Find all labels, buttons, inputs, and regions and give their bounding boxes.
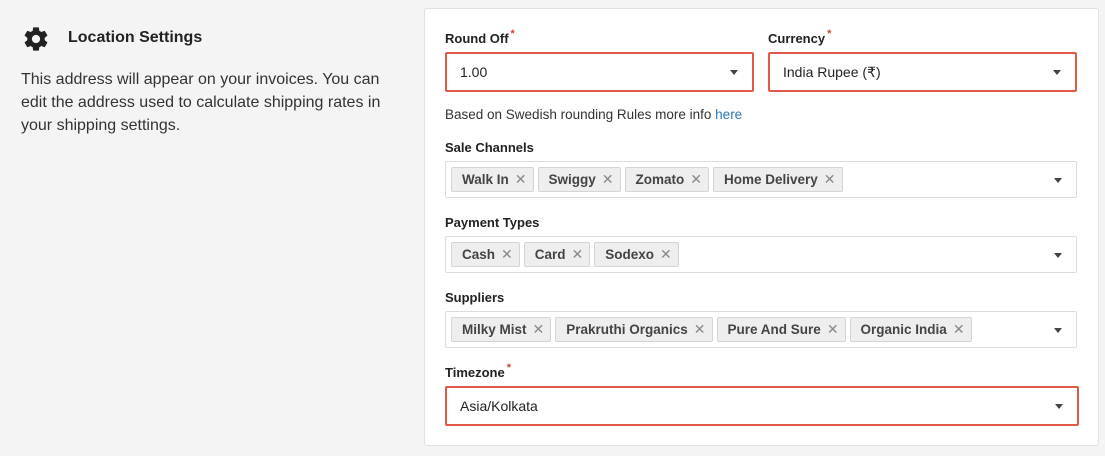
settings-card: Round Off * 1.00 Currency * India Rupee (₹… <box>424 8 1099 446</box>
caret-down-icon <box>1054 252 1062 258</box>
caret-down-icon <box>730 70 738 75</box>
remove-chip-icon[interactable]: ✕ <box>690 171 702 188</box>
chip-label: Cash <box>462 247 496 262</box>
required-marker: * <box>506 362 511 374</box>
currency-select[interactable]: India Rupee (₹) <box>768 52 1077 92</box>
sale-channels-label: Sale Channels <box>445 140 534 155</box>
caret-down-icon <box>1053 70 1061 75</box>
suppliers-select[interactable]: Milky Mist ✕ Prakruthi Organics ✕ Pure And… <box>445 311 1077 348</box>
chip-swiggy: Swiggy ✕ <box>537 167 621 192</box>
section-description: This address will appear on your invoice… <box>21 71 381 134</box>
remove-chip-icon[interactable]: ✕ <box>602 171 614 188</box>
rounding-info-link[interactable]: here <box>715 107 742 122</box>
currency-value: India Rupee (₹) <box>783 63 881 80</box>
chip-pure-and-sure: Pure And Sure ✕ <box>716 317 846 342</box>
chip-card: Card ✕ <box>523 242 591 267</box>
payment-types-label: Payment Types <box>445 215 540 230</box>
remove-chip-icon[interactable]: ✕ <box>572 246 584 263</box>
remove-chip-icon[interactable]: ✕ <box>824 171 836 188</box>
round-off-label-text: Round Off <box>445 31 509 46</box>
timezone-select[interactable]: Asia/Kolkata <box>445 386 1079 426</box>
round-off-label: Round Off * <box>445 28 515 46</box>
chip-label: Milky Mist <box>462 322 527 337</box>
payment-types-select[interactable]: Cash ✕ Card ✕ Sodexo ✕ <box>445 236 1077 273</box>
section-header: Location Settings <box>22 25 202 53</box>
rounding-helper-text: Based on Swedish rounding Rules more inf… <box>445 107 742 122</box>
round-off-value: 1.00 <box>460 64 488 80</box>
helper-text: Based on Swedish rounding Rules more inf… <box>445 107 716 122</box>
required-marker: * <box>827 28 832 40</box>
sale-channels-select[interactable]: Walk In ✕ Swiggy ✕ Zomato ✕ Home Delivery ✕ <box>445 161 1077 198</box>
chip-label: Walk In <box>462 172 509 187</box>
remove-chip-icon[interactable]: ✕ <box>660 246 672 263</box>
chip-label: Organic India <box>860 322 947 337</box>
chip-label: Card <box>534 247 566 262</box>
chip-sodexo: Sodexo ✕ <box>594 242 679 267</box>
remove-chip-icon[interactable]: ✕ <box>501 246 513 263</box>
gear-icon <box>22 25 50 53</box>
chip-prakruthi-organics: Prakruthi Organics ✕ <box>555 317 713 342</box>
chip-home-delivery: Home Delivery ✕ <box>712 167 843 192</box>
caret-down-icon <box>1054 177 1062 183</box>
chip-label: Zomato <box>635 172 685 187</box>
chip-label: Sodexo <box>605 247 655 262</box>
chip-label: Swiggy <box>548 172 596 187</box>
currency-label-text: Currency <box>768 31 826 46</box>
round-off-select[interactable]: 1.00 <box>445 52 754 92</box>
chip-label: Prakruthi Organics <box>566 322 688 337</box>
currency-label: Currency * <box>768 28 832 46</box>
section-title: Location Settings <box>68 29 203 46</box>
remove-chip-icon[interactable]: ✕ <box>827 321 839 338</box>
chip-label: Pure And Sure <box>727 322 821 337</box>
remove-chip-icon[interactable]: ✕ <box>533 321 545 338</box>
timezone-value: Asia/Kolkata <box>460 398 538 414</box>
chip-cash: Cash ✕ <box>451 242 520 267</box>
chip-label: Home Delivery <box>723 172 818 187</box>
required-marker: * <box>510 28 515 40</box>
timezone-label: Timezone * <box>445 362 511 380</box>
remove-chip-icon[interactable]: ✕ <box>953 321 965 338</box>
remove-chip-icon[interactable]: ✕ <box>515 171 527 188</box>
settings-section-info: Location Settings This address will appe… <box>0 0 410 456</box>
timezone-label-text: Timezone <box>445 365 505 380</box>
chip-organic-india: Organic India ✕ <box>849 317 972 342</box>
chip-walk-in: Walk In ✕ <box>451 167 534 192</box>
caret-down-icon <box>1054 327 1062 333</box>
suppliers-label: Suppliers <box>445 290 505 305</box>
chip-zomato: Zomato ✕ <box>624 167 709 192</box>
remove-chip-icon[interactable]: ✕ <box>694 321 706 338</box>
caret-down-icon <box>1055 404 1063 409</box>
chip-milky-mist: Milky Mist ✕ <box>451 317 552 342</box>
